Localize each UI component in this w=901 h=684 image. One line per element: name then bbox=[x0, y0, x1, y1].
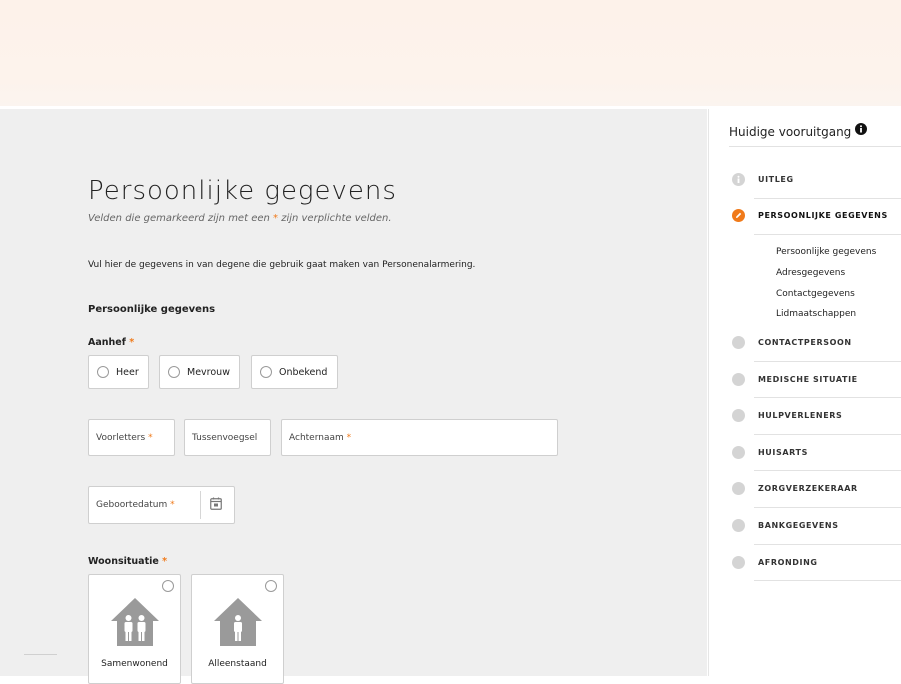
radio-circle-icon bbox=[168, 366, 180, 378]
progress-divider bbox=[754, 361, 901, 362]
voorletters-text: Voorletters bbox=[96, 432, 146, 443]
step-dot-icon bbox=[732, 446, 745, 459]
woonsituatie-option-label: Alleenstaand bbox=[208, 659, 267, 669]
aanhef-option-onbekend[interactable]: Onbekend bbox=[251, 355, 338, 389]
radio-circle-icon bbox=[265, 580, 277, 592]
voorletters-input[interactable]: Voorletters * bbox=[88, 419, 175, 456]
footer-divider bbox=[24, 654, 57, 655]
step-dot-icon bbox=[732, 556, 745, 569]
progress-step-uitleg[interactable]: UITLEG bbox=[758, 175, 794, 184]
progress-step-afronding[interactable]: AFRONDING bbox=[758, 558, 818, 567]
note-text-end: zijn verplichte velden. bbox=[278, 213, 392, 224]
info-icon bbox=[732, 173, 745, 186]
progress-divider bbox=[729, 146, 901, 147]
progress-divider bbox=[754, 198, 901, 199]
progress-step-zorgverzekeraar[interactable]: ZORGVERZEKERAAR bbox=[758, 484, 858, 493]
progress-title: Huidige vooruitgang bbox=[729, 123, 868, 139]
step-dot-icon bbox=[732, 482, 745, 495]
progress-substep-adresgegevens[interactable]: Adresgegevens bbox=[776, 268, 845, 278]
step-dot-icon bbox=[732, 336, 745, 349]
required-star: * bbox=[346, 432, 352, 443]
progress-divider bbox=[754, 234, 901, 235]
aanhef-option-label: Mevrouw bbox=[187, 366, 230, 378]
page-title: Persoonlijke gegevens bbox=[88, 176, 397, 206]
geboortedatum-placeholder: Geboortedatum * bbox=[96, 500, 175, 510]
tussenvoegsel-input[interactable]: Tussenvoegsel bbox=[184, 419, 271, 456]
progress-divider bbox=[754, 507, 901, 508]
woonsituatie-option-alleenstaand[interactable]: Alleenstaand bbox=[191, 574, 284, 684]
woonsituatie-option-label: Samenwonend bbox=[101, 659, 168, 669]
aanhef-option-label: Onbekend bbox=[279, 366, 328, 378]
aanhef-option-mevrouw[interactable]: Mevrouw bbox=[159, 355, 240, 389]
progress-substep-contactgegevens[interactable]: Contactgegevens bbox=[776, 289, 855, 299]
progress-step-contactpersoon[interactable]: CONTACTPERSOON bbox=[758, 338, 852, 347]
aanhef-option-heer[interactable]: Heer bbox=[88, 355, 149, 389]
calendar-divider bbox=[200, 491, 201, 519]
progress-substep-lidmaatschappen[interactable]: Lidmaatschappen bbox=[776, 309, 856, 319]
info-icon[interactable] bbox=[855, 123, 868, 135]
tussenvoegsel-placeholder: Tussenvoegsel bbox=[192, 432, 258, 443]
achternaam-input[interactable]: Achternaam * bbox=[281, 419, 558, 456]
aanhef-option-label: Heer bbox=[116, 366, 139, 378]
progress-sidebar bbox=[708, 109, 901, 676]
required-star: * bbox=[129, 337, 135, 348]
required-star: * bbox=[170, 500, 175, 510]
progress-step-hulpverleners[interactable]: HULPVERLENERS bbox=[758, 411, 842, 420]
progress-divider bbox=[754, 470, 901, 471]
achternaam-placeholder: Achternaam * bbox=[289, 433, 351, 443]
progress-divider bbox=[754, 434, 901, 435]
required-star: * bbox=[162, 556, 168, 567]
step-dot-icon bbox=[732, 409, 745, 422]
header-band bbox=[0, 0, 901, 106]
progress-divider bbox=[754, 397, 901, 398]
calendar-icon[interactable] bbox=[210, 497, 222, 510]
pencil-icon bbox=[732, 209, 745, 222]
voorletters-placeholder: Voorletters * bbox=[96, 433, 153, 443]
note-text-start: Velden die gemarkeerd zijn met een bbox=[88, 213, 274, 224]
radio-circle-icon bbox=[260, 366, 272, 378]
house-one-person-icon bbox=[214, 598, 262, 646]
woonsituatie-label-text: Woonsituatie bbox=[88, 556, 159, 567]
woonsituatie-option-samenwonend[interactable]: Samenwonend bbox=[88, 574, 181, 684]
progress-divider bbox=[754, 580, 901, 581]
progress-step-persoonlijke-gegevens[interactable]: PERSOONLIJKE GEGEVENS bbox=[758, 211, 888, 220]
progress-step-medische-situatie[interactable]: MEDISCHE SITUATIE bbox=[758, 375, 858, 384]
achternaam-text: Achternaam bbox=[289, 432, 344, 443]
step-dot-icon bbox=[732, 373, 745, 386]
radio-circle-icon bbox=[162, 580, 174, 592]
geboortedatum-input[interactable]: Geboortedatum * bbox=[88, 486, 235, 524]
house-two-people-icon bbox=[111, 598, 159, 646]
aanhef-label-text: Aanhef bbox=[88, 337, 126, 348]
required-fields-note: Velden die gemarkeerd zijn met een * zij… bbox=[88, 213, 392, 224]
intro-text: Vul hier de gegevens in van degene die g… bbox=[88, 260, 476, 270]
progress-step-bankgegevens[interactable]: BANKGEGEVENS bbox=[758, 521, 839, 530]
section-heading: Persoonlijke gegevens bbox=[88, 304, 216, 315]
geboortedatum-text: Geboortedatum bbox=[96, 500, 168, 510]
woonsituatie-label: Woonsituatie * bbox=[88, 556, 167, 567]
progress-title-text: Huidige vooruitgang bbox=[729, 125, 852, 139]
step-dot-icon bbox=[732, 519, 745, 532]
aanhef-label: Aanhef * bbox=[88, 337, 134, 348]
progress-step-huisarts[interactable]: HUISARTS bbox=[758, 448, 808, 457]
progress-divider bbox=[754, 544, 901, 545]
radio-circle-icon bbox=[97, 366, 109, 378]
progress-substep-persoonlijke-gegevens[interactable]: Persoonlijke gegevens bbox=[776, 247, 876, 257]
required-star: * bbox=[148, 432, 153, 443]
